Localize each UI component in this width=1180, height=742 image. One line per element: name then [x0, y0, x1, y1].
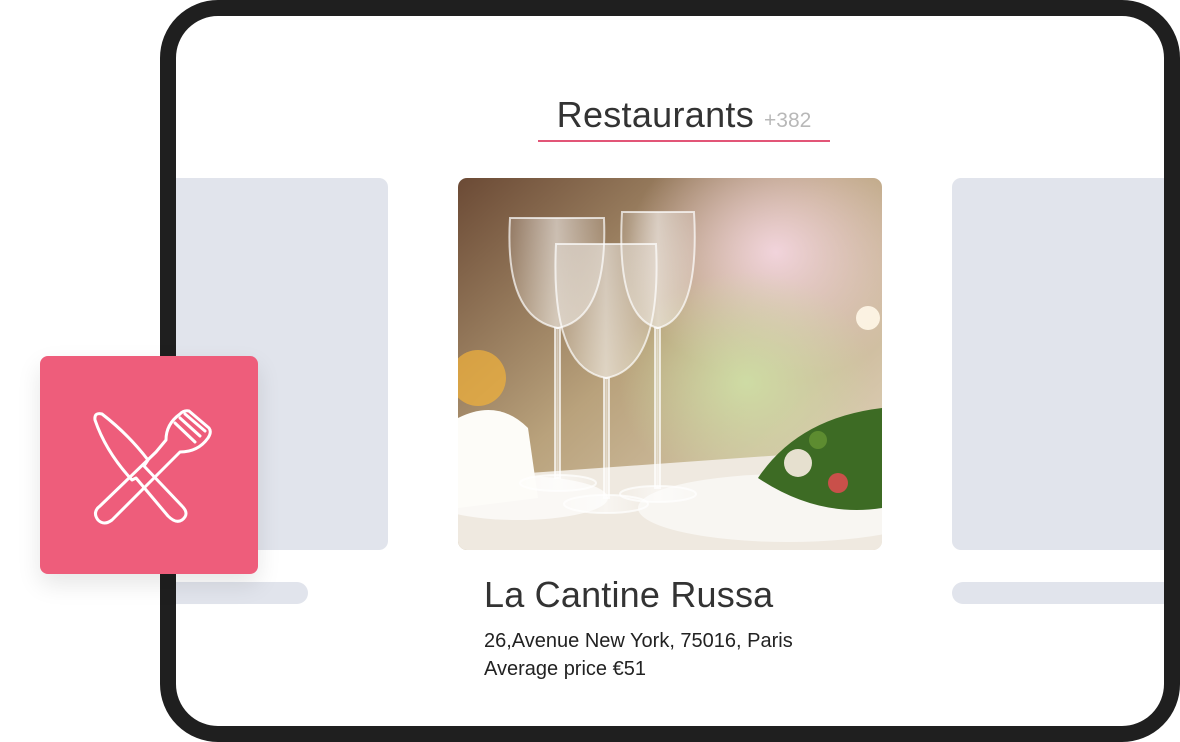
- restaurant-table-image: [458, 178, 882, 550]
- restaurant-address: 26,Avenue New York, 75016, Paris: [484, 630, 793, 652]
- restaurant-name[interactable]: La Cantine Russa: [484, 574, 773, 616]
- result-count: +382: [764, 109, 812, 132]
- placeholder-text-left: [176, 582, 308, 604]
- restaurant-category-badge[interactable]: [40, 356, 258, 574]
- restaurant-photo[interactable]: [458, 178, 882, 550]
- placeholder-card-right[interactable]: [952, 178, 1164, 550]
- section-header: Restaurants +382: [538, 94, 830, 142]
- page-title: Restaurants: [556, 94, 755, 135]
- fork-knife-icon: [93, 409, 212, 525]
- restaurant-average-price: Average price €51: [484, 658, 646, 680]
- tablet-frame: Restaurants +382 La Cantine Russa 26,Ave…: [160, 0, 1180, 742]
- placeholder-text-right: [952, 582, 1164, 604]
